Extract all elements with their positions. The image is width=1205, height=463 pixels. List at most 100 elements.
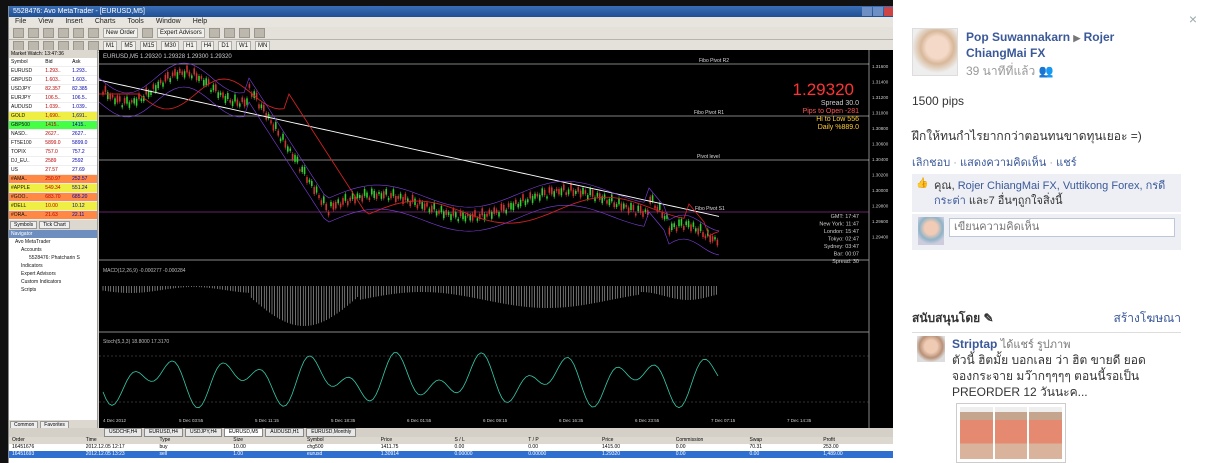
nav-item-root[interactable]: Avo MetaTrader xyxy=(9,238,97,246)
market-watch-row[interactable]: FT5E100 5899.0 5899.0 xyxy=(9,139,97,148)
menu-tools[interactable]: Tools xyxy=(127,17,143,27)
ad-title[interactable]: Striptap xyxy=(952,337,997,351)
market-watch-row[interactable]: #GOO.. 683.70 685.20 xyxy=(9,193,97,202)
market-watch-row[interactable]: #DELL 10.00 10.12 xyxy=(9,202,97,211)
terminal-row[interactable]: 16451676 2012.12.05 12:17 buy 10.00 chg500 14… xyxy=(9,444,893,451)
market-watch-row[interactable]: DJ_EU.. 2589 2592 xyxy=(9,157,97,166)
terminal-col[interactable]: Commission xyxy=(673,437,747,444)
nav-item-experts[interactable]: Expert Advisors xyxy=(9,270,97,278)
menu-help[interactable]: Help xyxy=(193,17,207,27)
session-line: Sydney: 03:47 xyxy=(824,244,859,250)
market-watch-row[interactable]: NASD.. 2627.. 2627.. xyxy=(9,130,97,139)
mw-bid: 2627.. xyxy=(45,131,60,137)
chart-tab-1[interactable]: USDCHF,H4 xyxy=(104,428,143,437)
minimize-icon[interactable] xyxy=(862,7,872,16)
terminal-col[interactable]: Swap xyxy=(747,437,821,444)
terminal-col[interactable]: Time xyxy=(83,437,157,444)
nav-item-custom-indicators[interactable]: Custom Indicators xyxy=(9,278,97,286)
nav-item-scripts[interactable]: Scripts xyxy=(9,286,97,294)
terminal-col[interactable]: T / P xyxy=(525,437,599,444)
meta-editor-icon[interactable] xyxy=(142,28,154,38)
candle-body xyxy=(397,196,399,199)
create-ad-link[interactable]: สร้างโฆษณา xyxy=(1114,309,1182,328)
terminal-col[interactable]: Size xyxy=(230,437,304,444)
nav-item-account[interactable]: 5528476: Phatcharin S xyxy=(9,254,97,262)
menu-charts[interactable]: Charts xyxy=(95,17,116,27)
new-order-button[interactable]: New Order xyxy=(103,28,139,38)
menu-window[interactable]: Window xyxy=(156,17,181,27)
menu-file[interactable]: File xyxy=(15,17,26,27)
terminal-col[interactable]: Symbol xyxy=(304,437,378,444)
chart-tab-2[interactable]: EURUSD,H4 xyxy=(144,428,183,437)
terminal-icon[interactable] xyxy=(73,28,84,38)
close-icon[interactable] xyxy=(884,7,893,16)
share-link[interactable]: แชร์ xyxy=(1056,157,1076,169)
chart-tab-3[interactable]: USDJPY,H4 xyxy=(184,428,222,437)
terminal-col[interactable]: Order xyxy=(9,437,83,444)
market-watch-icon[interactable] xyxy=(43,28,54,38)
ad-avatar[interactable] xyxy=(917,336,945,362)
line-tool-icon[interactable] xyxy=(238,28,250,38)
mw-ask: 551.24 xyxy=(72,185,88,191)
tab-tick-chart[interactable]: Tick Chart xyxy=(39,221,70,229)
market-watch-row[interactable]: AUDUSD 1.039.. 1.039.. xyxy=(9,103,97,112)
chart-tab-5[interactable]: AUDUSD,H1 xyxy=(265,428,305,437)
market-watch-row[interactable]: EURJPY 106.5.. 106.5.. xyxy=(9,94,97,103)
terminal-col[interactable]: Price xyxy=(599,437,673,444)
chart-tab-4[interactable]: EURUSD,M5 xyxy=(223,428,264,437)
terminal-col[interactable]: S / L xyxy=(452,437,526,444)
new-chart-icon[interactable] xyxy=(13,28,24,38)
nav-item-indicators[interactable]: Indicators xyxy=(9,262,97,270)
terminal-cell: 0.00 xyxy=(454,444,465,450)
market-watch-row[interactable]: #ORA.. 21.63 22.11 xyxy=(9,211,97,220)
market-watch-row[interactable]: USDJPY 82.357 82.385 xyxy=(9,85,97,94)
terminal-row[interactable]: 16451693 2012.12.05 13:23 sell 1.00 eurusd 1.… xyxy=(9,451,893,458)
col-bid[interactable]: Bid xyxy=(43,58,70,66)
menu-insert[interactable]: Insert xyxy=(65,17,83,27)
expert-advisors-button[interactable]: Expert Advisors xyxy=(157,28,205,38)
poster-avatar[interactable] xyxy=(912,28,958,76)
candle-body xyxy=(423,203,426,211)
poster-name[interactable]: Pop Suwannakarn xyxy=(966,30,1070,44)
maximize-icon[interactable] xyxy=(873,7,883,16)
close-icon[interactable]: × xyxy=(1189,11,1197,27)
market-watch-row[interactable]: GBPUSD 1.603.. 1.603.. xyxy=(9,76,97,85)
col-symbol[interactable]: Symbol xyxy=(9,58,43,66)
candle-body xyxy=(620,203,623,211)
col-ask[interactable]: Ask xyxy=(70,58,97,66)
market-watch-row[interactable]: EURUSD 1.293.. 1.293.. xyxy=(9,67,97,76)
ad-text[interactable]: ตัวนี้ ฮิตมั้ย บอกเลย ว่า ฮิต ขายดี ยอดจ… xyxy=(952,352,1162,400)
pencil-icon[interactable]: ✎ xyxy=(984,311,994,325)
crosshair-icon[interactable] xyxy=(223,28,235,38)
terminal-col[interactable]: Profit xyxy=(820,437,893,444)
text-tool-icon[interactable] xyxy=(253,28,265,38)
menu-view[interactable]: View xyxy=(38,17,53,27)
market-watch-row[interactable]: TOPIX 757.0 757.2 xyxy=(9,148,97,157)
tester-icon[interactable] xyxy=(88,28,99,38)
mw-sym: TOPIX xyxy=(11,149,26,155)
market-watch-row[interactable]: #APPLE 549.34 551.24 xyxy=(9,184,97,193)
unlike-link[interactable]: เลิกชอบ xyxy=(912,157,950,169)
terminal-col[interactable]: Type xyxy=(157,437,231,444)
post-actions: เลิกชอบ · แสดงความคิดเห็น · แชร์ xyxy=(912,153,1077,171)
market-watch-row[interactable]: US 27.57 27.69 xyxy=(9,166,97,175)
comment-input[interactable]: เขียนความคิดเห็น xyxy=(949,218,1175,237)
ad-image[interactable] xyxy=(956,403,1066,463)
market-watch-row[interactable]: GBP500 1415.. 1415.. xyxy=(9,121,97,130)
comment-link[interactable]: แสดงความคิดเห็น xyxy=(960,157,1046,169)
navigator-icon[interactable] xyxy=(58,28,69,38)
terminal-col[interactable]: Price xyxy=(378,437,452,444)
market-watch-row[interactable]: #AMA.. 250.97 252.57 xyxy=(9,175,97,184)
candle-body xyxy=(632,204,635,211)
nav-item-accounts[interactable]: Accounts xyxy=(9,246,97,254)
cursor-icon[interactable] xyxy=(208,28,220,38)
candle-body xyxy=(361,195,363,202)
sponsored-label: สนับสนุนโดย xyxy=(912,311,981,325)
likes-suffix[interactable]: และ7 อื่นๆถูกใจสิ่งนี้ xyxy=(969,195,1063,207)
tab-symbols[interactable]: Symbols xyxy=(10,221,38,229)
market-watch-row[interactable]: GOLD 1,690.. 1,691.. xyxy=(9,112,97,121)
profiles-icon[interactable] xyxy=(28,28,39,38)
price-chart[interactable]: EURUSD,M5 1.29320 1.29328 1.29300 1.2932… xyxy=(98,50,893,428)
post-time-text[interactable]: 39 นาทีที่แล้ว xyxy=(966,64,1035,78)
chart-tab-6[interactable]: EURUSD,Monthly xyxy=(306,428,357,437)
